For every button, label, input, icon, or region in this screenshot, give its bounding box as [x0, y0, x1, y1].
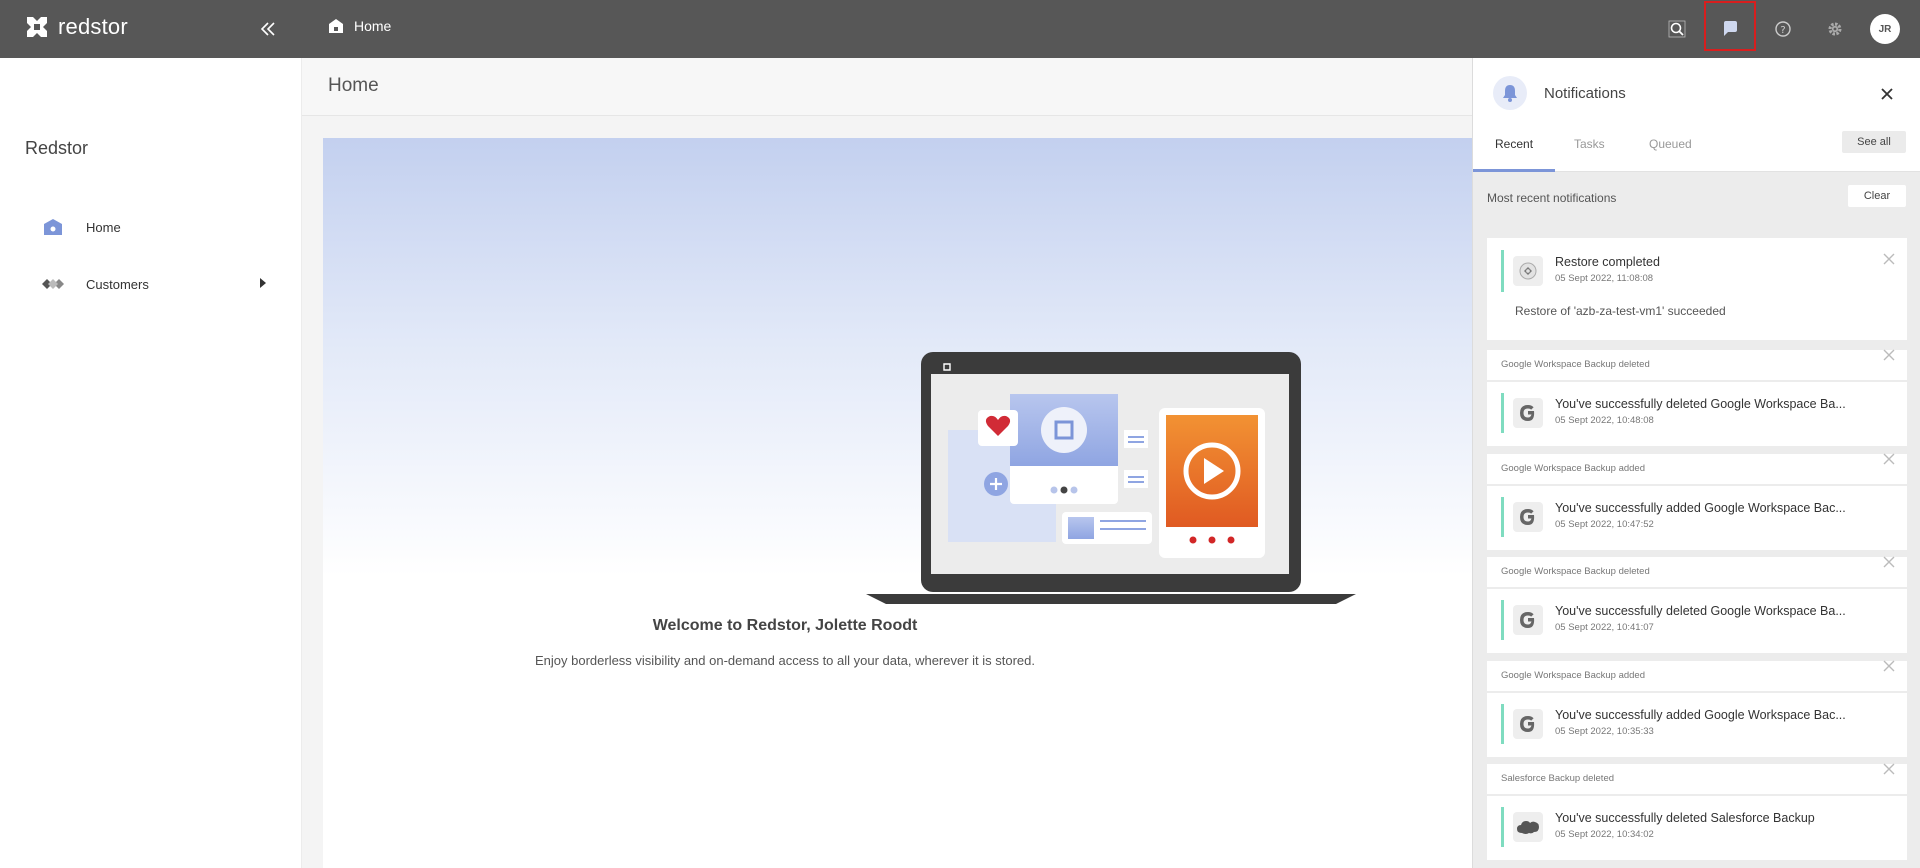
- search-icon: [1668, 20, 1686, 38]
- sidebar-item-home[interactable]: Home: [40, 212, 270, 242]
- logo[interactable]: redstor: [24, 14, 128, 40]
- page-header: Home: [302, 58, 1472, 116]
- expand-caret-icon[interactable]: [260, 278, 266, 288]
- main-content: Home: [302, 58, 1472, 868]
- user-avatar[interactable]: JR: [1870, 14, 1900, 44]
- status-accent: [1501, 704, 1504, 744]
- notification-timestamp: 05 Sept 2022, 10:47:52: [1555, 519, 1654, 530]
- dismiss-icon[interactable]: [1883, 349, 1895, 361]
- notifications-header: Notifications Recent Tasks Queued See al…: [1473, 58, 1920, 172]
- notification-card[interactable]: Salesforce Backup deleted You've success…: [1487, 763, 1907, 860]
- collapse-sidebar-icon[interactable]: [258, 18, 280, 40]
- dismiss-icon[interactable]: [1883, 453, 1895, 465]
- tab-queued[interactable]: Queued: [1649, 137, 1692, 151]
- clear-button[interactable]: Clear: [1848, 185, 1906, 207]
- breadcrumb[interactable]: Home: [328, 18, 391, 34]
- help-button[interactable]: ?: [1768, 14, 1798, 44]
- notification-title: Restore completed: [1555, 255, 1660, 269]
- tab-recent[interactable]: Recent: [1495, 137, 1533, 151]
- sidebar-title: Redstor: [25, 138, 89, 158]
- laptop-illustration: [866, 352, 1356, 604]
- customers-icon: [42, 279, 64, 289]
- active-tab-indicator: [1473, 169, 1555, 172]
- notification-timestamp: 05 Sept 2022, 10:35:33: [1555, 726, 1654, 737]
- notification-group-label: Google Workspace Backup deleted: [1501, 566, 1650, 577]
- card-divider: [1487, 380, 1907, 382]
- welcome-title: Welcome to Redstor, Jolette Roodt: [652, 617, 918, 634]
- dismiss-icon[interactable]: [1883, 660, 1895, 672]
- notification-card[interactable]: Google Workspace Backup added You've suc…: [1487, 453, 1907, 550]
- google-icon: [1513, 605, 1543, 635]
- search-button[interactable]: [1662, 14, 1692, 44]
- notification-title: You've successfully deleted Google Works…: [1555, 604, 1846, 618]
- welcome-subtitle: Enjoy borderless visibility and on-deman…: [534, 653, 1036, 668]
- card-divider: [1487, 794, 1907, 796]
- settings-button[interactable]: [1820, 14, 1850, 44]
- status-accent: [1501, 250, 1504, 292]
- help-icon: ?: [1775, 21, 1791, 37]
- status-accent: [1501, 807, 1504, 847]
- notifications-title: Notifications: [1544, 85, 1626, 102]
- notification-title: You've successfully deleted Google Works…: [1555, 397, 1846, 411]
- notification-card[interactable]: Google Workspace Backup deleted You've s…: [1487, 349, 1907, 446]
- notification-timestamp: 05 Sept 2022, 11:08:08: [1555, 273, 1654, 284]
- notification-body: Restore of 'azb-za-test-vm1' succeeded: [1515, 304, 1726, 318]
- notification-group-label: Google Workspace Backup deleted: [1501, 359, 1650, 370]
- welcome-hero: [323, 138, 1472, 868]
- notifications-highlight: [1704, 1, 1756, 51]
- notification-card[interactable]: Restore completed 05 Sept 2022, 11:08:08…: [1487, 238, 1907, 340]
- breadcrumb-home: Home: [354, 18, 392, 34]
- restore-icon: [1513, 256, 1543, 286]
- notification-title: You've successfully added Google Workspa…: [1555, 501, 1846, 515]
- notification-group-label: Google Workspace Backup added: [1501, 463, 1645, 474]
- sidebar-item-label: Home: [86, 219, 121, 235]
- notification-card[interactable]: Google Workspace Backup added You've suc…: [1487, 660, 1907, 757]
- dismiss-icon[interactable]: [1883, 253, 1895, 265]
- notification-title: You've successfully added Google Workspa…: [1555, 708, 1846, 722]
- card-divider: [1487, 587, 1907, 589]
- bell-icon: [1493, 76, 1527, 110]
- section-label: Most recent notifications: [1487, 191, 1617, 205]
- notifications-panel: Notifications Recent Tasks Queued See al…: [1472, 58, 1920, 868]
- home-icon: [44, 219, 62, 235]
- redstor-logo-icon: [27, 17, 47, 37]
- salesforce-icon: [1513, 812, 1543, 842]
- notification-card[interactable]: Google Workspace Backup deleted You've s…: [1487, 556, 1907, 653]
- status-accent: [1501, 393, 1504, 433]
- google-icon: [1513, 502, 1543, 532]
- page-title: Home: [328, 75, 379, 96]
- dismiss-icon[interactable]: [1883, 763, 1895, 775]
- tab-tasks[interactable]: Tasks: [1574, 137, 1605, 151]
- google-icon: [1513, 398, 1543, 428]
- svg-text:?: ?: [1780, 25, 1785, 36]
- notification-timestamp: 05 Sept 2022, 10:34:02: [1555, 829, 1654, 840]
- notification-group-label: Salesforce Backup deleted: [1501, 773, 1615, 784]
- notification-timestamp: 05 Sept 2022, 10:48:08: [1555, 415, 1654, 426]
- dismiss-icon[interactable]: [1883, 556, 1895, 568]
- close-icon[interactable]: [1879, 86, 1895, 102]
- sidebar-item-customers[interactable]: Customers: [40, 269, 270, 299]
- card-divider: [1487, 484, 1907, 486]
- status-accent: [1501, 497, 1504, 537]
- google-icon: [1513, 709, 1543, 739]
- notification-title: You've successfully deleted Salesforce B…: [1555, 811, 1815, 825]
- settings-icon: [1828, 22, 1842, 36]
- logo-text: redstor: [58, 14, 128, 39]
- sidebar: Redstor Home Customers: [0, 58, 302, 868]
- status-accent: [1501, 600, 1504, 640]
- notification-group-label: Google Workspace Backup added: [1501, 670, 1645, 681]
- home-icon: [329, 19, 343, 33]
- top-bar: redstor Home ? JR: [0, 0, 1920, 58]
- see-all-button[interactable]: See all: [1842, 131, 1906, 153]
- notification-timestamp: 05 Sept 2022, 10:41:07: [1555, 622, 1654, 633]
- sidebar-item-label: Customers: [86, 276, 149, 292]
- card-divider: [1487, 691, 1907, 693]
